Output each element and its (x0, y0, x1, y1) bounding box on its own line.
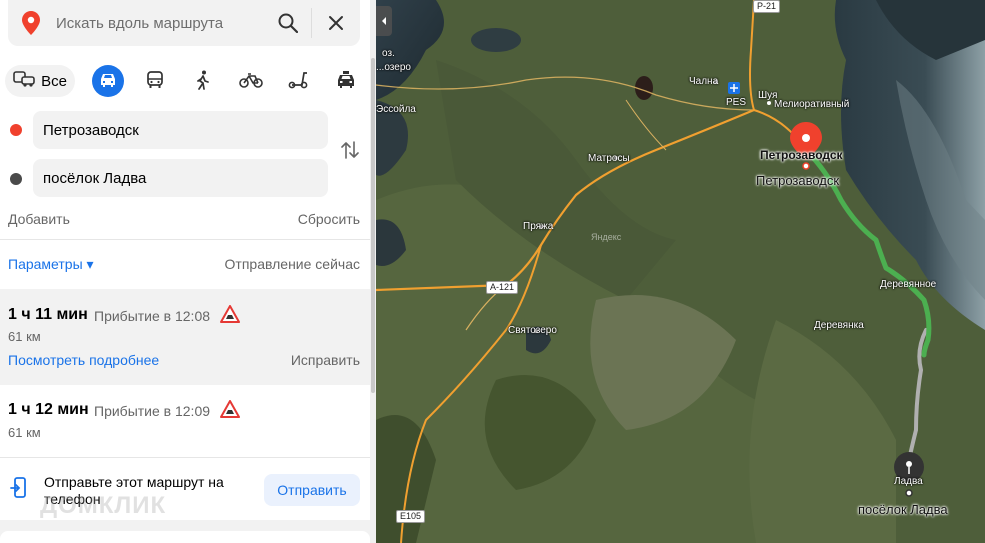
map-view[interactable]: оз. ...озеро Эссойла Чална Шуя PES Мелио… (376, 0, 985, 543)
route-arrival: Прибытие в 12:08 (94, 308, 211, 324)
mode-all-label: Все (41, 72, 67, 90)
map-label: оз. (382, 48, 395, 59)
map-label: PES (726, 97, 747, 108)
mode-all-button[interactable]: Все (5, 65, 75, 97)
map-label: ...озеро (376, 62, 411, 73)
map-label: Эссойла (376, 104, 416, 115)
route-fix-link[interactable]: Исправить (291, 352, 360, 368)
road-shield: Е105 (396, 510, 426, 523)
satellite-map[interactable] (376, 0, 985, 543)
send-button[interactable]: Отправить (264, 474, 360, 506)
swap-points-icon[interactable] (341, 140, 359, 163)
route-search-bar[interactable]: Искать вдоль маршрута (8, 0, 360, 46)
end-point-marker (10, 173, 22, 185)
map-label: Чална (689, 76, 719, 87)
route-distance: 61 км (8, 425, 41, 440)
route-panel: Искать вдоль маршрута Все Петрозаводск п… (0, 0, 370, 543)
route-distance: 61 км (8, 329, 41, 344)
car-icon (98, 72, 118, 91)
road-works-warning-icon (220, 305, 240, 326)
road-shield: Р-21 (753, 0, 781, 13)
location-pin-icon (22, 11, 40, 38)
route-start-label: Петрозаводск (756, 173, 840, 188)
mode-taxi-button[interactable] (334, 65, 358, 97)
mode-bus-button[interactable] (143, 65, 167, 97)
route-duration: 1 ч 11 мин (8, 306, 88, 323)
road-works-warning-icon (220, 400, 240, 421)
search-icon[interactable] (274, 9, 302, 37)
route-arrival: Прибытие в 12:09 (94, 403, 211, 419)
from-field[interactable]: Петрозаводск (33, 111, 328, 149)
route-option[interactable]: 1 ч 12 мин Прибытие в 12:09 61 км (0, 385, 370, 455)
route-end-label: посёлок Ладва (858, 502, 948, 517)
map-label: Матросы (588, 153, 630, 164)
map-watermark: Яндекс (591, 232, 622, 242)
map-label: Пряжа (523, 221, 554, 232)
start-point-marker (10, 124, 22, 136)
map-label: Деревянка (814, 320, 864, 331)
route-details-link[interactable]: Посмотреть подробнее (8, 352, 159, 368)
phone-send-icon (10, 477, 28, 502)
route-duration: 1 ч 12 мин (8, 401, 89, 418)
search-divider (311, 8, 312, 38)
divider (0, 239, 370, 240)
multi-transport-icon (13, 70, 35, 92)
route-params-dropdown[interactable]: Параметры ▾ (8, 256, 94, 273)
search-input[interactable]: Искать вдоль маршрута (56, 15, 223, 32)
scooter-icon (288, 71, 308, 92)
map-label: Святозеро (508, 325, 557, 336)
collapse-panel-button[interactable] (376, 6, 392, 36)
city-label: Петрозаводск (760, 148, 843, 162)
transport-mode-tabs: Все (5, 63, 365, 99)
mode-walk-button[interactable] (191, 65, 215, 97)
mode-car-button[interactable] (92, 65, 124, 97)
taxi-icon (336, 70, 356, 92)
road-shield: А-121 (486, 281, 519, 294)
pedestrian-icon (195, 70, 211, 93)
close-icon[interactable] (322, 9, 350, 37)
bus-icon (146, 70, 164, 92)
add-point-button[interactable]: Добавить (8, 211, 70, 227)
map-label: Ладва (894, 476, 923, 487)
mode-bike-button[interactable] (237, 65, 265, 97)
watermark: ДОМКЛИК (40, 492, 167, 519)
bicycle-icon (239, 72, 263, 91)
route-option[interactable]: 1 ч 11 мин Прибытие в 12:08 61 км Посмот… (0, 289, 370, 385)
reset-button[interactable]: Сбросить (298, 211, 360, 227)
scrollbar-thumb[interactable] (371, 58, 375, 393)
map-label: Деревянное (880, 279, 937, 290)
to-field[interactable]: посёлок Ладва (33, 159, 328, 197)
panel-bottom (0, 520, 370, 543)
map-label: Мелиоративный (774, 99, 850, 110)
departure-time-selector[interactable]: Отправление сейчас (225, 256, 360, 272)
mode-scooter-button[interactable] (286, 65, 310, 97)
